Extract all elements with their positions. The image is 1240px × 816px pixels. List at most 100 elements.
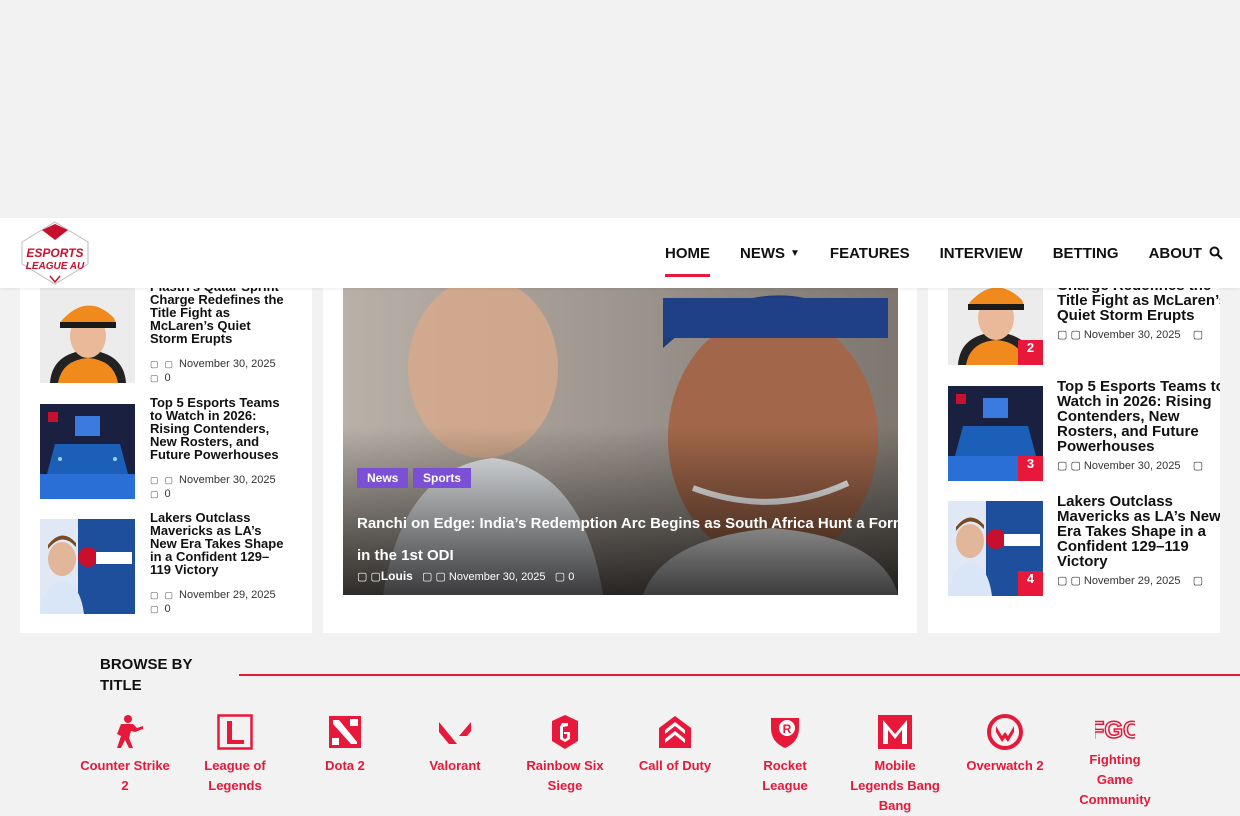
overwatch-icon <box>987 714 1023 750</box>
nav-home[interactable]: HOME <box>665 218 710 288</box>
latest-posts-panel: Piastri’s Qatar Sprint Charge Redefines … <box>20 280 312 633</box>
main-nav: HOME NEWS ▼ FEATURES INTERVIEW BETTING AB… <box>650 218 1217 288</box>
game-league-of-legends[interactable]: League of Legends <box>190 714 280 796</box>
post-title[interactable]: Top 5 Esports Teams to Watch in 2026: Ri… <box>1057 379 1220 454</box>
game-label: Rainbow Six Siege <box>526 758 604 793</box>
category-tag-news[interactable]: News <box>357 468 409 488</box>
game-valorant[interactable]: Valorant <box>410 714 500 776</box>
date-text: November 30, 2025 <box>1083 329 1181 341</box>
clock-icon: ▢ ▢ <box>1057 460 1081 472</box>
post-date: ▢ ▢ November 29, 2025 <box>150 589 276 601</box>
search-icon[interactable] <box>1209 246 1223 260</box>
game-label: Mobile Legends Bang Bang <box>850 758 940 813</box>
hero-title-line2: in the 1st ODI <box>357 547 454 564</box>
chevron-down-icon: ▼ <box>790 247 800 259</box>
clock-icon: ▢ <box>164 475 174 485</box>
nav-interview-label: INTERVIEW <box>939 244 1023 262</box>
game-rocket-league[interactable]: R Rocket League <box>740 714 830 796</box>
hero-author[interactable]: Louis <box>381 569 413 583</box>
comment-icon: ▢ <box>150 373 159 383</box>
comment-icon: ▢ <box>554 571 566 583</box>
post-date: ▢ ▢ November 30, 2025 ▢ <box>1057 459 1203 472</box>
nav-interview[interactable]: INTERVIEW <box>940 218 1023 288</box>
nav-home-label: HOME <box>665 244 710 262</box>
nav-about-label: ABOUT <box>1148 244 1202 262</box>
clock-icon: ▢ ▢ <box>1057 329 1081 341</box>
game-label: Fighting Game Community <box>1079 752 1151 807</box>
game-label: League of Legends <box>204 758 266 793</box>
date-text: November 29, 2025 <box>179 589 276 601</box>
hero-meta: ▢ ▢Louis ▢ ▢ November 30, 2025 ▢ 0 <box>357 569 574 583</box>
divider <box>239 674 1240 676</box>
site-logo[interactable]: ESPORTS LEAGUE AU <box>20 220 90 286</box>
post-title[interactable]: Top 5 Esports Teams to Watch in 2026: Ri… <box>150 396 290 461</box>
post-title[interactable]: Lakers Outclass Mavericks as LA’s New Er… <box>150 511 290 576</box>
rank-badge: 2 <box>1018 340 1043 365</box>
list-item[interactable]: 3 Top 5 Esports Teams to Watch in 2026: … <box>948 379 1220 481</box>
site-header: ESPORTS LEAGUE AU HOME NEWS ▼ FEATURES IN… <box>0 218 1240 288</box>
comment-icon: ▢ <box>150 489 159 499</box>
post-thumbnail[interactable] <box>40 404 135 499</box>
game-call-of-duty[interactable]: Call of Duty <box>630 714 720 776</box>
clock-icon: ▢ <box>164 590 174 600</box>
comment-icon: ▢ <box>1192 460 1204 472</box>
svg-text:FGC: FGC <box>1095 717 1135 744</box>
post-title[interactable]: Piastri’s Qatar Sprint Charge Redefines … <box>1057 288 1220 323</box>
counter-strike-icon <box>117 715 143 748</box>
valorant-icon <box>439 722 471 744</box>
browse-heading: BROWSE BY TITLE <box>100 654 200 696</box>
list-item[interactable]: Piastri’s Qatar Sprint Charge Redefines … <box>40 280 300 384</box>
nav-about[interactable]: ABOUT <box>1149 218 1202 288</box>
post-date: ▢ ▢ November 30, 2025 <box>150 474 276 486</box>
post-comments[interactable]: ▢ 0 <box>150 488 171 500</box>
post-thumbnail[interactable] <box>40 519 135 614</box>
game-list: Counter Strike 2 League of Legends Dota … <box>80 714 1180 813</box>
comment-icon: ▢ <box>1192 575 1204 587</box>
call-of-duty-icon <box>659 716 691 748</box>
date-text: November 30, 2025 <box>179 474 276 486</box>
list-item[interactable]: Lakers Outclass Mavericks as LA’s New Er… <box>40 511 300 615</box>
post-comments[interactable]: ▢ 0 <box>150 603 171 615</box>
date-text: November 30, 2025 <box>1083 460 1181 472</box>
list-item[interactable]: 2 Piastri’s Qatar Sprint Charge Redefine… <box>948 288 1220 365</box>
post-date: ▢ ▢ November 29, 2025 ▢ <box>1057 574 1203 587</box>
game-dota-2[interactable]: Dota 2 <box>300 714 390 776</box>
post-title[interactable]: Lakers Outclass Mavericks as LA’s New Er… <box>1057 494 1220 569</box>
svg-text:ESPORTS: ESPORTS <box>26 246 83 260</box>
league-of-legends-icon <box>217 714 253 750</box>
date-text: November 29, 2025 <box>1083 575 1181 587</box>
game-label: Dota 2 <box>325 758 365 773</box>
user-icon: ▢ <box>150 475 159 485</box>
post-title[interactable]: Piastri’s Qatar Sprint Charge Redefines … <box>150 280 290 345</box>
game-counter-strike[interactable]: Counter Strike 2 <box>80 714 170 796</box>
nav-betting[interactable]: BETTING <box>1053 218 1119 288</box>
list-item[interactable]: 4 Lakers Outclass Mavericks as LA’s New … <box>948 494 1220 596</box>
game-fgc[interactable]: FGC Fighting Game Community <box>1070 714 1160 810</box>
clock-icon: ▢ <box>164 359 174 369</box>
hero-title[interactable]: Ranchi on Edge: India’s Redemption Arc B… <box>357 508 898 572</box>
game-overwatch[interactable]: Overwatch 2 <box>960 714 1050 776</box>
hero-comment-count[interactable]: 0 <box>568 571 574 583</box>
game-label: Overwatch 2 <box>966 758 1044 773</box>
hero-slide[interactable]: News Sports Ranchi on Edge: India’s Rede… <box>343 288 898 595</box>
post-date: ▢ ▢ November 30, 2025 ▢ <box>1057 328 1203 341</box>
game-rainbow-six[interactable]: Rainbow Six Siege <box>520 714 610 796</box>
nav-betting-label: BETTING <box>1052 244 1119 262</box>
game-mobile-legends[interactable]: Mobile Legends Bang Bang <box>850 714 940 816</box>
nav-features-label: FEATURES <box>829 244 910 262</box>
list-item[interactable]: Top 5 Esports Teams to Watch in 2026: Ri… <box>40 396 300 500</box>
post-comments[interactable]: ▢ 0 <box>150 372 171 384</box>
comment-count: 0 <box>164 488 171 500</box>
mobile-legends-icon <box>878 715 912 749</box>
clock-icon: ▢ ▢ <box>1057 575 1081 587</box>
post-thumbnail[interactable] <box>40 288 135 383</box>
trending-panel: 2 Piastri’s Qatar Sprint Charge Redefine… <box>928 288 1220 633</box>
nav-features[interactable]: FEATURES <box>830 218 910 288</box>
post-date: ▢ ▢ November 30, 2025 <box>150 358 276 370</box>
game-label: Counter Strike 2 <box>80 758 170 793</box>
game-label: Rocket League <box>762 758 808 793</box>
nav-news[interactable]: NEWS ▼ <box>740 218 800 288</box>
category-tag-sports[interactable]: Sports <box>413 468 472 488</box>
user-icon: ▢ ▢ <box>357 571 381 583</box>
hero-date: November 30, 2025 <box>448 571 546 583</box>
